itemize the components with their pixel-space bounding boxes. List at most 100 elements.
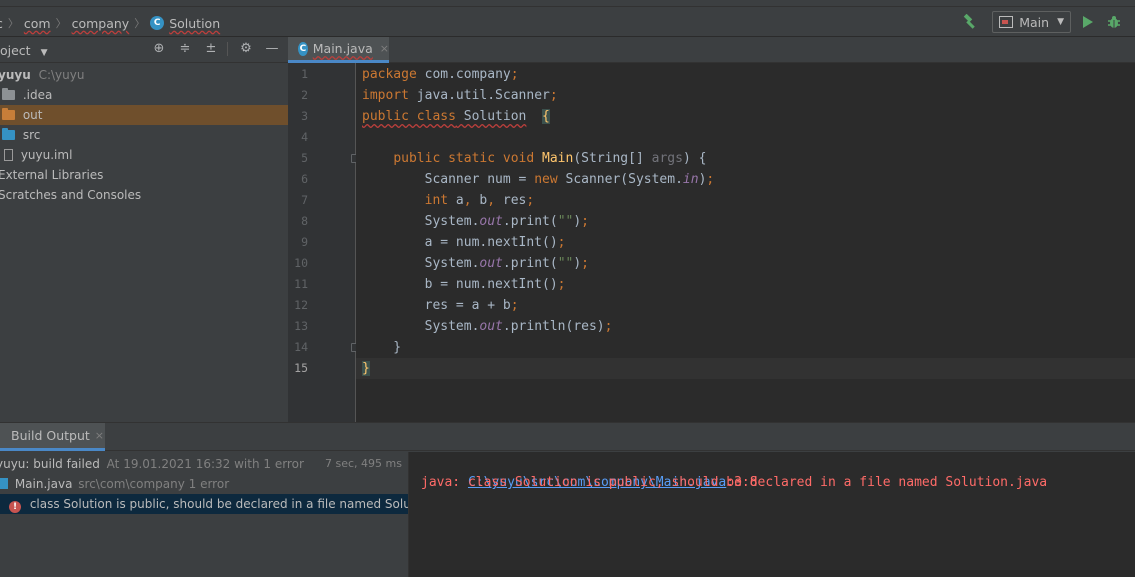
breadcrumb-item-company[interactable]: company xyxy=(72,16,130,31)
build-tab-bar: Build Output × xyxy=(0,423,1135,451)
chevron-down-icon: ▼ xyxy=(40,48,48,58)
line-number: 2 xyxy=(301,88,308,102)
module-file-icon xyxy=(4,149,13,161)
run-config-icon xyxy=(999,16,1014,28)
line-number: 3 xyxy=(301,109,308,123)
editor-tab-bar: C Main.java × xyxy=(288,37,1135,63)
code-editor[interactable]: package com.company; import java.util.Sc… xyxy=(356,63,1135,422)
output-line-error: java: class Solution is public, should b… xyxy=(421,475,1048,490)
chevron-right-icon: 〉 xyxy=(7,17,19,30)
close-icon[interactable]: × xyxy=(95,429,104,442)
line-number: 5 xyxy=(301,151,308,165)
project-view-selector[interactable]: oject ▼ xyxy=(0,43,48,58)
code-line: } xyxy=(362,340,402,355)
build-hammer-icon[interactable] xyxy=(962,14,978,30)
folder-icon xyxy=(2,108,15,120)
line-number: 12 xyxy=(294,298,308,312)
code-line: public class Solution { xyxy=(362,109,550,124)
build-file-name: Main.java xyxy=(14,477,73,491)
code-line: int a, b, res; xyxy=(424,193,535,208)
tree-item-module[interactable]: yuyu C:\yuyu xyxy=(0,65,288,85)
code-line: res = a + b; xyxy=(362,298,519,313)
tree-item-external-libraries[interactable]: External Libraries xyxy=(0,165,288,185)
tree-item-out[interactable]: out xyxy=(0,105,288,125)
breadcrumb: c 〉 com 〉 company 〉 C Solution xyxy=(0,14,220,32)
chevron-down-icon: ▼ xyxy=(1057,17,1064,27)
expand-all-icon[interactable]: ≑ xyxy=(177,41,193,57)
tree-item-label: out xyxy=(22,108,43,122)
breadcrumb-item-solution[interactable]: Solution xyxy=(169,16,220,31)
code-line: Scanner num = new Scanner(System.in); xyxy=(362,172,715,187)
run-configuration-select[interactable]: Main ▼ xyxy=(992,11,1071,33)
line-number: 14 xyxy=(294,340,308,354)
window-top-strip xyxy=(0,0,1135,7)
code-line: System.out.print(""); xyxy=(362,214,589,229)
line-number: 6 xyxy=(301,172,308,186)
project-view-label: oject xyxy=(0,43,31,58)
tab-build-output[interactable]: Build Output × xyxy=(0,423,105,451)
run-play-icon[interactable] xyxy=(1083,16,1093,28)
tree-item-label: src xyxy=(22,128,41,142)
code-line: b = num.nextInt(); xyxy=(362,277,566,292)
line-number: 9 xyxy=(301,235,308,249)
tree-item-idea[interactable]: .idea xyxy=(0,85,288,105)
run-toolbar: Main ▼ xyxy=(962,10,1135,34)
build-error-message: class Solution is public, should be decl… xyxy=(29,497,463,511)
java-file-icon xyxy=(0,478,8,489)
tree-item-scratches[interactable]: Scratches and Consoles xyxy=(0,185,288,205)
code-line: import java.util.Scanner; xyxy=(362,88,558,103)
line-number: 1 xyxy=(301,67,308,81)
code-line: public static void Main(String[] args) { xyxy=(393,151,707,166)
code-line: System.out.println(res); xyxy=(362,319,613,334)
project-panel-tools: ⊕ ≑ ± ⚙ — xyxy=(141,41,280,57)
gear-icon[interactable]: ⚙ xyxy=(238,41,254,57)
build-console-output[interactable]: C:\yuyu\src\com\company\Main.java:3:8 ja… xyxy=(408,452,1135,577)
build-tree: yuyu: build failed At 19.01.2021 16:32 w… xyxy=(0,452,463,577)
line-number-current: 15 xyxy=(294,361,308,375)
tab-label: Build Output xyxy=(11,428,90,443)
code-line: a = num.nextInt(); xyxy=(362,235,566,250)
line-number: 10 xyxy=(294,256,308,270)
tree-item-label: Scratches and Consoles xyxy=(0,188,142,202)
tree-item-path: C:\yuyu xyxy=(38,68,85,82)
chevron-right-icon: 〉 xyxy=(55,17,67,30)
debug-bug-icon[interactable] xyxy=(1107,15,1121,29)
build-tool-window: Build Output × yuyu: build failed At 19.… xyxy=(0,422,1135,577)
tab-main-java[interactable]: C Main.java × xyxy=(288,37,389,63)
code-line-current: } xyxy=(356,358,1135,379)
tab-label: Main.java xyxy=(312,41,373,56)
breadcrumb-item-root[interactable]: c xyxy=(0,16,3,31)
line-number: 11 xyxy=(294,277,308,291)
tree-item-label: yuyu.iml xyxy=(20,148,73,162)
tree-item-label: .idea xyxy=(22,88,53,102)
build-tree-root[interactable]: yuyu: build failed At 19.01.2021 16:32 w… xyxy=(0,454,408,474)
locate-crosshair-icon[interactable]: ⊕ xyxy=(151,41,167,57)
code-line: package com.company; xyxy=(362,67,519,82)
class-icon: C xyxy=(298,41,308,56)
breadcrumb-item-com[interactable]: com xyxy=(24,16,51,31)
separator xyxy=(227,42,228,56)
build-file-detail: src\com\company 1 error xyxy=(78,477,230,491)
folder-icon xyxy=(2,88,15,100)
chevron-right-icon: 〉 xyxy=(134,17,146,30)
build-tree-file[interactable]: Main.java src\com\company 1 error xyxy=(0,474,408,494)
tree-item-src[interactable]: src xyxy=(0,125,288,145)
project-panel-header: oject ▼ ⊕ ≑ ± ⚙ — xyxy=(0,37,288,63)
line-number: 8 xyxy=(301,214,308,228)
tree-item-label: External Libraries xyxy=(0,168,104,182)
error-icon: ! xyxy=(9,501,21,513)
build-tree-error[interactable]: ! class Solution is public, should be de… xyxy=(0,494,463,514)
folder-icon xyxy=(2,128,15,140)
line-number: 7 xyxy=(301,193,308,207)
build-duration: 7 sec, 495 ms xyxy=(325,457,402,470)
navigation-bar: c 〉 com 〉 company 〉 C Solution Main ▼ xyxy=(0,0,1135,37)
class-icon: C xyxy=(150,16,165,30)
minimize-icon[interactable]: — xyxy=(264,41,280,57)
tree-item-iml[interactable]: yuyu.iml xyxy=(0,145,288,165)
collapse-all-icon[interactable]: ± xyxy=(203,41,219,57)
close-icon[interactable]: × xyxy=(380,42,389,55)
line-number: 13 xyxy=(294,319,308,333)
run-configuration-label: Main xyxy=(1019,14,1050,30)
code-line: System.out.print(""); xyxy=(362,256,589,271)
